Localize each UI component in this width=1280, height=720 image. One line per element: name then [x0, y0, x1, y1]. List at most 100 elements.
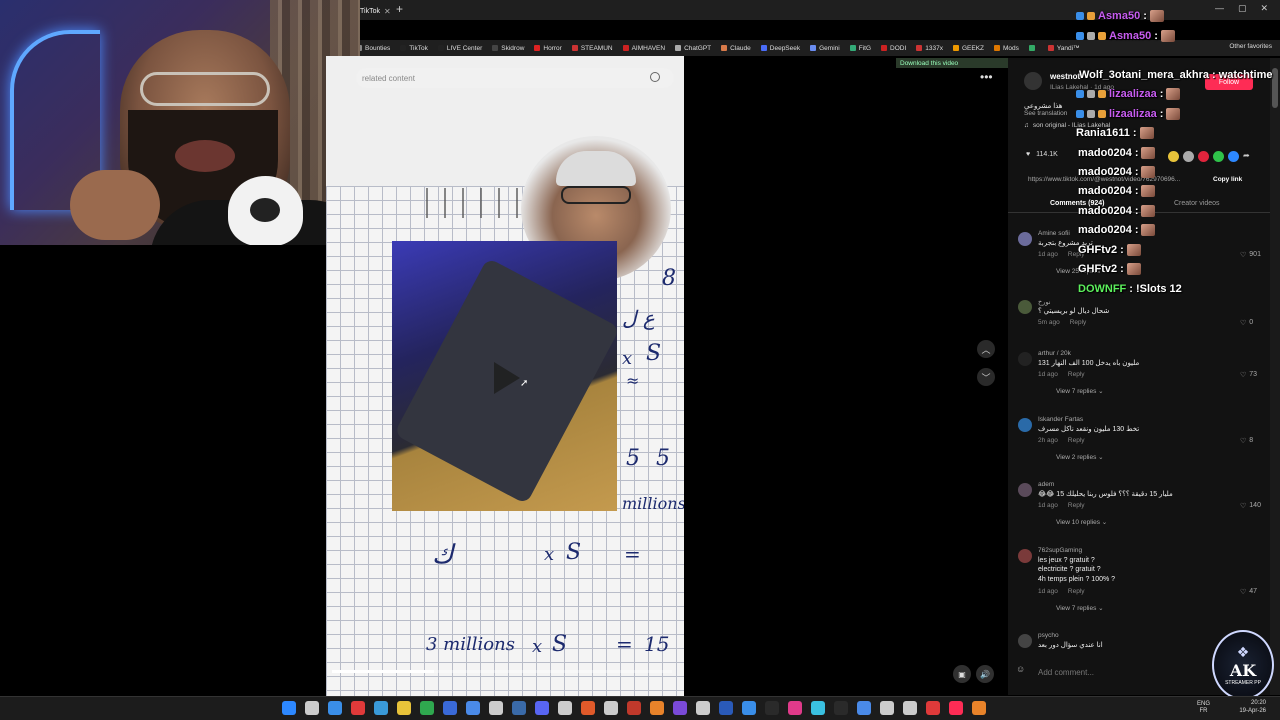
comment-author[interactable]: adem: [1038, 481, 1054, 488]
comment-like-button[interactable]: ♡ 73: [1240, 371, 1257, 379]
taskbar-tool2-icon[interactable]: [811, 701, 825, 715]
bookmark-item[interactable]: GEEKZ: [952, 45, 984, 52]
comment-like-button[interactable]: ♡ 140: [1240, 502, 1261, 510]
taskbar-cloud-icon[interactable]: [650, 701, 664, 715]
bookmark-item[interactable]: TikTok: [400, 45, 428, 52]
previous-video-button[interactable]: ︿: [977, 340, 995, 358]
more-options-button[interactable]: •••: [980, 70, 993, 84]
comment-avatar[interactable]: [1018, 352, 1032, 366]
bookmark-item[interactable]: FitG: [849, 45, 871, 52]
close-window-button[interactable]: ✕: [1260, 3, 1268, 14]
taskbar-chrome-icon[interactable]: [696, 701, 710, 715]
taskbar-explorer-icon[interactable]: [397, 701, 411, 715]
next-video-button[interactable]: ﹀: [977, 368, 995, 386]
bookmark-item[interactable]: Bounties: [356, 45, 390, 52]
view-replies-button[interactable]: View 2 replies ⌄: [1056, 453, 1104, 461]
maximize-button[interactable]: ▢: [1238, 3, 1247, 14]
search-input[interactable]: related content: [356, 68, 674, 88]
taskbar-cursor-icon[interactable]: [581, 701, 595, 715]
bookmark-item[interactable]: Mods: [994, 45, 1019, 52]
comment-author[interactable]: 762supGaming: [1038, 547, 1082, 554]
taskbar-tool-icon[interactable]: [788, 701, 802, 715]
comment-author[interactable]: نورخ: [1038, 298, 1051, 306]
download-video-button[interactable]: Download this video: [896, 58, 1008, 68]
share-gray-icon[interactable]: [1183, 151, 1194, 162]
comment-avatar[interactable]: [1018, 483, 1032, 497]
comment-avatar[interactable]: [1018, 549, 1032, 563]
taskbar-app2-icon[interactable]: [765, 701, 779, 715]
reply-button[interactable]: Reply: [1068, 371, 1085, 378]
bookmark-item[interactable]: STEAMUN: [571, 45, 613, 52]
volume-button[interactable]: 🔊: [976, 665, 994, 683]
view-replies-button[interactable]: View 7 replies ⌄: [1056, 387, 1104, 395]
video-player[interactable]: related content ➚ 8 ع ل x S ≈ 5 5 millio…: [326, 56, 684, 696]
comment-author[interactable]: arthur / 20k: [1038, 350, 1071, 357]
taskbar-chrome2-icon[interactable]: [903, 701, 917, 715]
see-translation-link[interactable]: See translation: [1024, 110, 1067, 117]
taskbar-app-icon[interactable]: [604, 701, 618, 715]
author-name[interactable]: westnot: [1050, 72, 1080, 81]
comment-avatar[interactable]: [1018, 232, 1032, 246]
bookmark-item[interactable]: 1337x: [916, 45, 943, 52]
bookmark-item[interactable]: DeepSeek: [760, 45, 800, 52]
comment-like-button[interactable]: ♡ 0: [1240, 319, 1253, 327]
bookmark-item[interactable]: Gemini: [810, 45, 840, 52]
reply-button[interactable]: Reply: [1068, 502, 1085, 509]
bookmark-item[interactable]: LIVE Center: [437, 45, 482, 52]
author-avatar[interactable]: [1024, 72, 1042, 90]
share-pinterest-icon[interactable]: [1198, 151, 1209, 162]
taskbar-gear-icon[interactable]: [880, 701, 894, 715]
bookmark-item[interactable]: Horror: [534, 45, 562, 52]
taskbar-photos-icon[interactable]: [443, 701, 457, 715]
language-indicator[interactable]: ENG FR: [1197, 701, 1210, 715]
comment-avatar[interactable]: [1018, 300, 1032, 314]
pip-button[interactable]: ▣: [953, 665, 971, 683]
other-favorites[interactable]: Other favorites: [1229, 43, 1272, 50]
comment-avatar[interactable]: [1018, 418, 1032, 432]
taskbar-steam-icon[interactable]: [512, 701, 526, 715]
taskbar-settings-icon[interactable]: [466, 701, 480, 715]
taskbar-tiktok-icon[interactable]: [949, 701, 963, 715]
reply-button[interactable]: Reply: [1070, 319, 1087, 326]
tab-close-icon[interactable]: ✕: [384, 7, 391, 16]
taskbar-record-icon[interactable]: [627, 701, 641, 715]
add-comment-input[interactable]: Add comment...: [1038, 668, 1094, 677]
play-icon[interactable]: [494, 362, 520, 394]
taskbar-start-icon[interactable]: [282, 701, 296, 715]
taskbar-copilot-icon[interactable]: [328, 701, 342, 715]
like-count-row[interactable]: ♥ 114.1K: [1026, 151, 1058, 158]
taskbar-vpn-icon[interactable]: [673, 701, 687, 715]
tab-tiktok[interactable]: TikTok ✕: [356, 2, 392, 20]
comment-author[interactable]: psycho: [1038, 632, 1059, 639]
comment-avatar[interactable]: [1018, 634, 1032, 648]
tab-creator-videos[interactable]: Creator videos: [1174, 200, 1220, 207]
taskbar-word-icon[interactable]: [719, 701, 733, 715]
share-gold-icon[interactable]: [1168, 151, 1179, 162]
taskbar-search-icon[interactable]: [305, 701, 319, 715]
taskbar-bluetooth-icon[interactable]: [742, 701, 756, 715]
taskbar-obs-icon[interactable]: [489, 701, 503, 715]
bookmark-item[interactable]: AIMHAVEN: [622, 45, 665, 52]
minimize-button[interactable]: —: [1215, 3, 1224, 14]
bookmark-item[interactable]: Skidrow: [492, 45, 524, 52]
reply-button[interactable]: Reply: [1068, 437, 1085, 444]
bookmark-item[interactable]: Claude: [721, 45, 751, 52]
video-progress-bar[interactable]: [332, 670, 672, 673]
taskbar-vivaldi-icon[interactable]: [926, 701, 940, 715]
taskbar-discord-icon[interactable]: [535, 701, 549, 715]
comment-like-button[interactable]: ♡ 8: [1240, 437, 1253, 445]
view-replies-button[interactable]: View 7 replies ⌄: [1056, 604, 1104, 612]
scrollbar[interactable]: [1270, 58, 1280, 695]
bookmark-item[interactable]: ChatGPT: [675, 45, 711, 52]
share-arrow-icon[interactable]: ➦: [1243, 151, 1250, 162]
comment-author[interactable]: Iskander Fartas: [1038, 416, 1083, 423]
taskbar-vlc-icon[interactable]: [972, 701, 986, 715]
new-tab-button[interactable]: +: [396, 2, 403, 16]
comment-like-button[interactable]: ♡ 901: [1240, 251, 1261, 259]
share-whatsapp-icon[interactable]: [1213, 151, 1224, 162]
copy-link-button[interactable]: Copy link: [1213, 176, 1242, 183]
taskbar-edge-icon[interactable]: [374, 701, 388, 715]
bookmark-item[interactable]: [1028, 45, 1038, 51]
emoji-icon[interactable]: ☺: [1016, 664, 1025, 674]
view-replies-button[interactable]: View 10 replies ⌄: [1056, 518, 1107, 526]
